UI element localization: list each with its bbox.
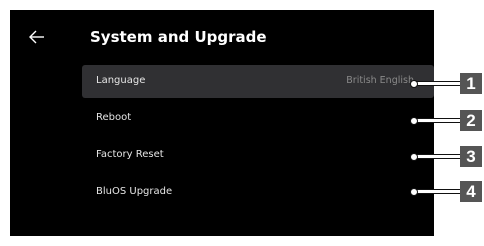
menu-item-factory-reset[interactable]: Factory Reset [82, 139, 434, 172]
menu-item-bluos-upgrade[interactable]: BluOS Upgrade [82, 176, 434, 209]
page-title: System and Upgrade [90, 28, 267, 46]
callout-badge-4: 4 [460, 181, 482, 202]
menu-item-label: Reboot [96, 112, 132, 123]
menu-item-language[interactable]: Language British English [82, 65, 434, 98]
arrow-left-icon[interactable] [28, 29, 46, 45]
menu-item-label: BluOS Upgrade [96, 186, 173, 197]
callout-badge-3: 3 [460, 146, 482, 167]
settings-menu: Language British English Reboot Factory … [82, 65, 434, 213]
menu-item-reboot[interactable]: Reboot [82, 102, 434, 135]
device-screen: System and Upgrade Language British Engl… [10, 10, 434, 236]
menu-item-value: British English [346, 75, 414, 86]
menu-item-label: Language [96, 75, 146, 86]
callout-badge-2: 2 [460, 110, 482, 131]
menu-item-label: Factory Reset [96, 149, 164, 160]
callout-badge-1: 1 [460, 73, 482, 94]
